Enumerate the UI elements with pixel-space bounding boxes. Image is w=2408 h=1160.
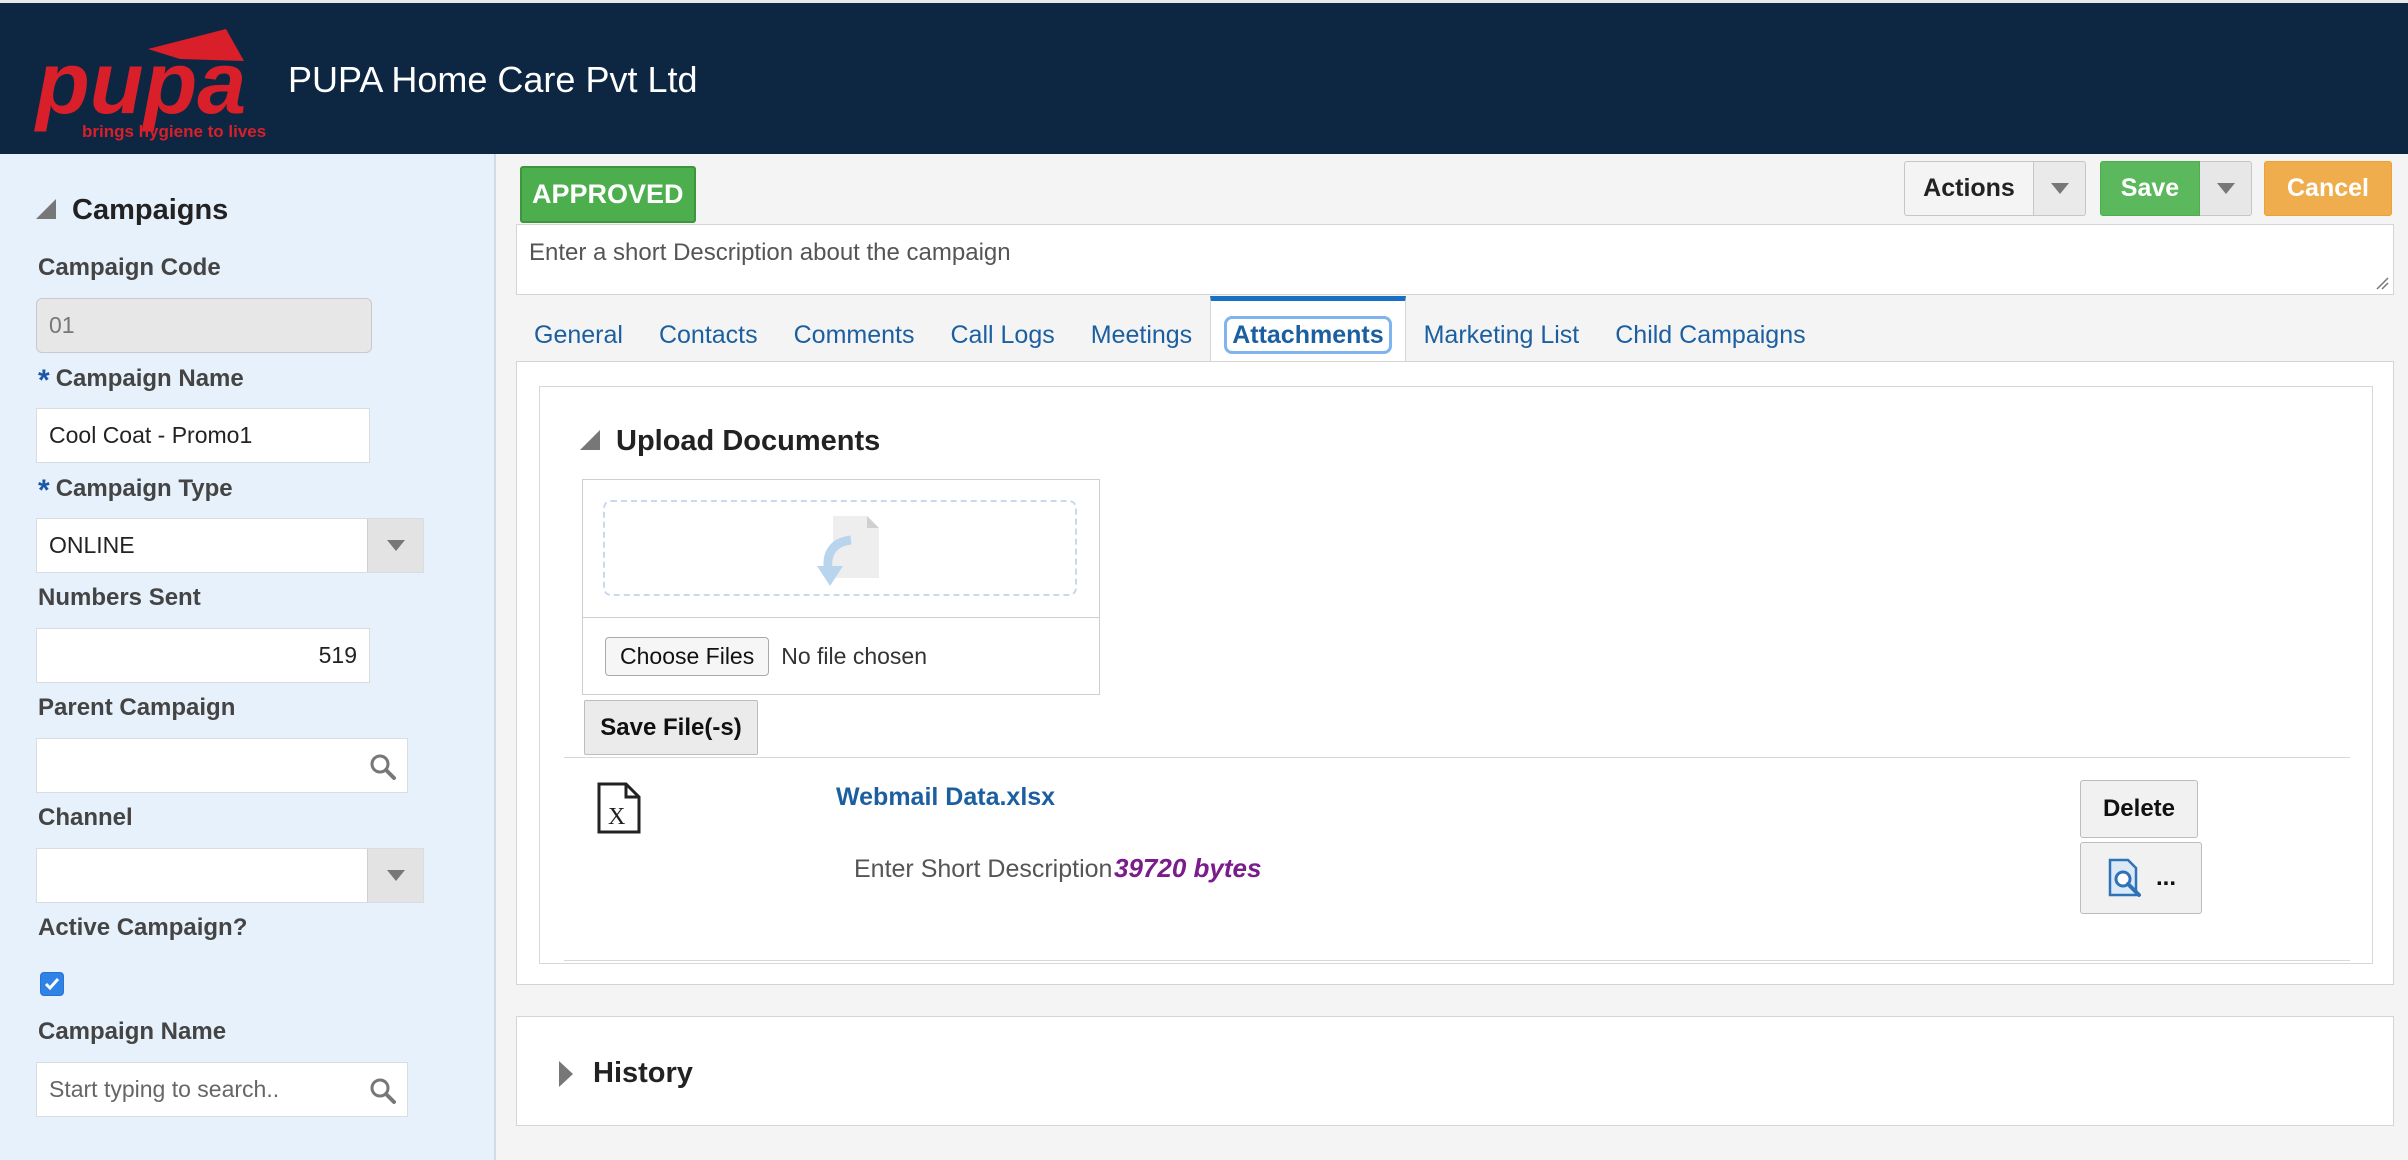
- tab-contacts[interactable]: Contacts: [641, 296, 776, 362]
- app-header: pupa brings hygiene to lives PUPA Home C…: [0, 0, 2408, 154]
- campaign-type-label: Campaign Type: [55, 475, 233, 502]
- parent-campaign-label: Parent Campaign: [38, 694, 236, 721]
- preview-attachment-button[interactable]: ...: [2080, 842, 2202, 914]
- tab-call-logs[interactable]: Call Logs: [933, 296, 1073, 362]
- attachment-description-input[interactable]: Enter Short Description: [854, 855, 1112, 884]
- chevron-down-icon: [2050, 183, 2069, 194]
- upload-section-header[interactable]: Upload Documents: [580, 425, 880, 458]
- cancel-button[interactable]: Cancel: [2264, 161, 2392, 216]
- description-placeholder: Enter a short Description about the camp…: [529, 239, 1011, 266]
- cancel-button-group: Cancel: [2264, 161, 2392, 216]
- divider: [564, 757, 2350, 758]
- upload-documents-section: Upload Documents Choose Files No file ch…: [539, 386, 2373, 964]
- history-section: History: [516, 1016, 2394, 1126]
- file-dropzone[interactable]: Choose Files No file chosen: [582, 479, 1100, 695]
- campaign-code-label: Campaign Code: [38, 254, 221, 281]
- tab-marketing-list[interactable]: Marketing List: [1406, 296, 1598, 362]
- actions-button-group: Actions: [1904, 161, 2086, 216]
- actions-button[interactable]: Actions: [1904, 161, 2034, 216]
- company-name: PUPA Home Care Pvt Ltd: [288, 59, 698, 100]
- tab-attachments[interactable]: Attachments: [1210, 296, 1406, 362]
- campaign-type-value: ONLINE: [49, 532, 135, 558]
- campaign-type-dropdown-button[interactable]: [367, 519, 423, 572]
- svg-text:X: X: [608, 804, 625, 830]
- upload-title: Upload Documents: [616, 425, 881, 457]
- status-badge: APPROVED: [520, 166, 696, 223]
- sidebar-title: Campaigns: [72, 194, 229, 226]
- campaign-search-placeholder: Start typing to search..: [49, 1076, 280, 1102]
- excel-file-icon: X: [597, 782, 641, 834]
- collapse-triangle-icon: [36, 199, 56, 219]
- svg-text:pupa: pupa: [34, 33, 246, 132]
- campaign-type-select[interactable]: ONLINE: [36, 518, 424, 573]
- campaign-code-value: 01: [49, 312, 75, 338]
- save-dropdown-button[interactable]: [2200, 161, 2252, 216]
- parent-campaign-input[interactable]: [36, 738, 408, 793]
- campaign-description-textarea[interactable]: Enter a short Description about the camp…: [516, 224, 2394, 295]
- channel-select[interactable]: [36, 848, 424, 903]
- no-file-chosen-text: No file chosen: [781, 643, 927, 669]
- tab-general[interactable]: General: [516, 296, 641, 362]
- delete-attachment-button[interactable]: Delete: [2080, 780, 2198, 838]
- attachments-panel: Upload Documents Choose Files No file ch…: [516, 361, 2394, 985]
- resize-handle-icon[interactable]: [2373, 274, 2389, 290]
- choose-files-button[interactable]: Choose Files: [605, 637, 770, 676]
- divider: [564, 960, 2350, 961]
- save-files-button[interactable]: Save File(-s): [584, 700, 758, 755]
- campaign-name-value: Cool Coat - Promo1: [49, 422, 253, 448]
- required-asterisk: *: [38, 474, 50, 507]
- chevron-down-icon: [386, 540, 405, 551]
- save-button-group: Save: [2100, 161, 2252, 216]
- actions-dropdown-button[interactable]: [2034, 161, 2086, 216]
- more-options-label: ...: [2155, 864, 2176, 891]
- campaign-name-input[interactable]: Cool Coat - Promo1: [36, 408, 370, 463]
- checkmark-icon: [44, 978, 60, 991]
- channel-dropdown-button[interactable]: [367, 849, 423, 902]
- drop-area[interactable]: [603, 500, 1077, 596]
- numbers-sent-label: Numbers Sent: [38, 584, 201, 611]
- tab-bar: General Contacts Comments Call Logs Meet…: [516, 296, 1824, 362]
- tab-attachments-label: Attachments: [1224, 316, 1392, 354]
- campaign-name-label: Campaign Name: [55, 365, 244, 392]
- numbers-sent-input[interactable]: 519: [36, 628, 370, 683]
- required-asterisk: *: [38, 364, 50, 397]
- file-drop-icon: [817, 516, 879, 586]
- tab-comments[interactable]: Comments: [776, 296, 933, 362]
- tab-meetings[interactable]: Meetings: [1073, 296, 1210, 362]
- active-campaign-label: Active Campaign?: [38, 914, 248, 941]
- document-search-icon: [2108, 858, 2141, 897]
- pupa-logo[interactable]: pupa brings hygiene to lives: [30, 21, 280, 143]
- svg-text:brings hygiene to lives: brings hygiene to lives: [82, 122, 266, 141]
- campaign-type-label-wrap: * Campaign Type: [38, 470, 233, 507]
- history-section-header[interactable]: History: [559, 1057, 693, 1090]
- campaign-name-label-wrap: * Campaign Name: [38, 360, 244, 397]
- channel-label: Channel: [38, 804, 133, 831]
- campaign-code-field: 01: [36, 298, 372, 353]
- save-button[interactable]: Save: [2100, 161, 2200, 216]
- search-icon[interactable]: [369, 753, 397, 781]
- numbers-sent-value: 519: [318, 642, 357, 668]
- campaign-search-label: Campaign Name: [38, 1018, 227, 1045]
- attachment-file-link[interactable]: Webmail Data.xlsx: [836, 783, 1055, 812]
- chevron-down-icon: [386, 870, 405, 881]
- campaign-sidebar: Campaigns Campaign Code 01 * Campaign Nam…: [0, 154, 496, 1160]
- collapse-triangle-icon: [580, 430, 600, 450]
- file-input-row: Choose Files No file chosen: [583, 617, 1099, 695]
- sidebar-section-header[interactable]: Campaigns: [36, 194, 228, 227]
- search-icon[interactable]: [369, 1077, 397, 1105]
- tab-child-campaigns[interactable]: Child Campaigns: [1597, 296, 1823, 362]
- chevron-down-icon: [2216, 183, 2235, 194]
- expand-triangle-icon: [559, 1060, 573, 1087]
- active-campaign-checkbox[interactable]: [40, 972, 64, 996]
- history-title: History: [593, 1057, 693, 1089]
- campaign-search-input[interactable]: Start typing to search..: [36, 1062, 408, 1117]
- attachment-size: 39720 bytes: [1114, 853, 1262, 883]
